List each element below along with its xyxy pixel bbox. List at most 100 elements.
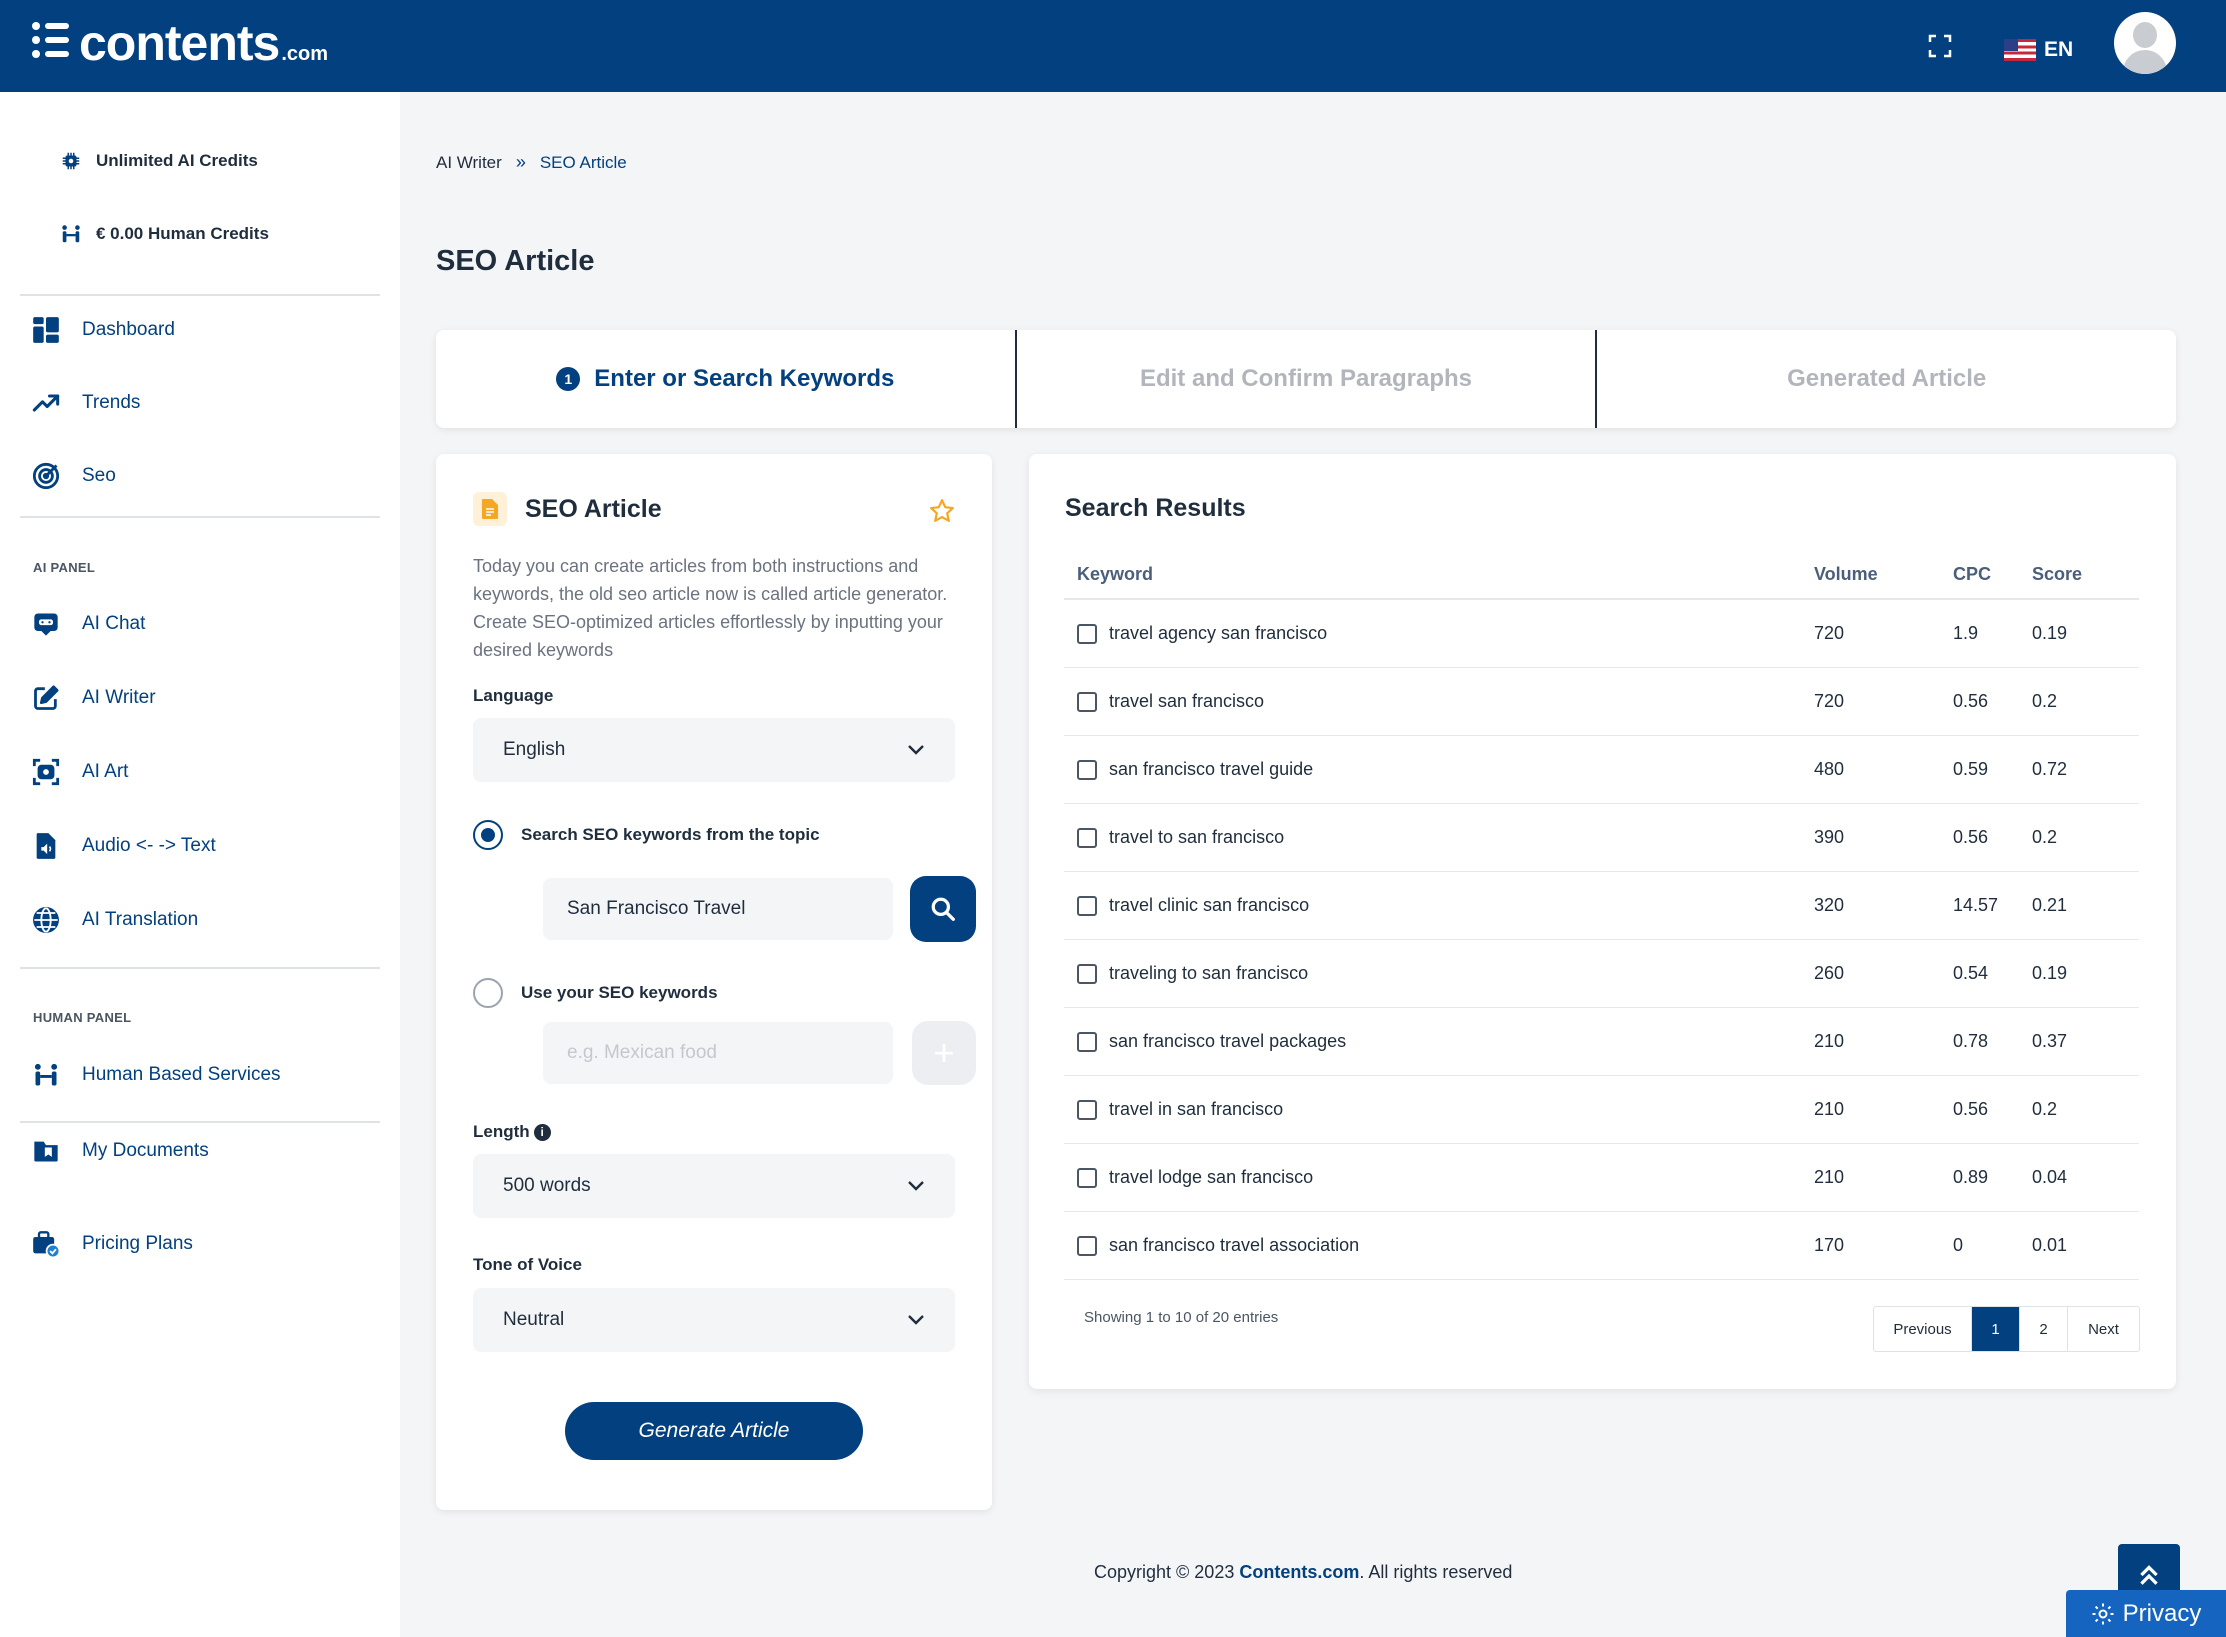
table-row: san francisco travel guide 480 0.59 0.72	[1064, 736, 2139, 804]
step-enter-keywords[interactable]: 1 Enter or Search Keywords	[436, 330, 1015, 428]
column-volume[interactable]: Volume	[1814, 564, 1953, 585]
sidebar-item-my-documents[interactable]: My Documents	[32, 1137, 209, 1165]
column-keyword[interactable]: Keyword	[1064, 564, 1814, 585]
sidebar-item-human-services[interactable]: Human Based Services	[32, 1061, 281, 1089]
user-avatar[interactable]	[2114, 12, 2176, 74]
score-cell: 0.04	[2032, 1167, 2068, 1187]
privacy-button[interactable]: Privacy	[2066, 1590, 2226, 1637]
credit-label: € 0.00 Human Credits	[96, 224, 269, 243]
search-keywords-button[interactable]	[910, 876, 976, 942]
keyword-checkbox[interactable]	[1077, 1235, 1097, 1256]
step-label: Generated Article	[1787, 365, 1987, 392]
search-results-card: Search Results Keyword Volume CPC Score …	[1029, 454, 2176, 1389]
keyword-text: travel in san francisco	[1109, 1099, 1284, 1119]
sidebar-item-audio-text[interactable]: Audio <- -> Text	[32, 832, 216, 860]
sidebar-item-label: Human Based Services	[82, 1064, 281, 1085]
sidebar-item-label: Dashboard	[82, 319, 175, 340]
breadcrumb-ai-writer[interactable]: AI Writer	[436, 153, 502, 173]
cpc-cell: 0.56	[1953, 1099, 1989, 1119]
star-icon[interactable]	[929, 498, 955, 524]
keyword-checkbox[interactable]	[1077, 895, 1097, 916]
step-generated-article[interactable]: Generated Article	[1595, 330, 2176, 428]
search-icon	[931, 897, 955, 921]
keyword-text: traveling to san francisco	[1109, 963, 1309, 983]
cpc-cell: 0.89	[1953, 1167, 1989, 1187]
keyword-checkbox[interactable]	[1077, 1031, 1097, 1052]
logo-suffix: .com	[281, 43, 329, 65]
sidebar-divider	[20, 1121, 380, 1123]
cpc-cell: 0.59	[1953, 759, 1989, 779]
table-row: travel agency san francisco 720 1.9 0.19	[1064, 600, 2139, 668]
keyword-checkbox[interactable]	[1077, 1167, 1097, 1188]
language-value: English	[503, 739, 566, 760]
sidebar-item-label: Pricing Plans	[82, 1233, 193, 1254]
people-icon	[34, 1063, 58, 1086]
sidebar-item-ai-chat[interactable]: AI Chat	[32, 610, 145, 638]
keyword-checkbox[interactable]	[1077, 623, 1097, 644]
camera-icon	[32, 758, 60, 786]
language-selector[interactable]: EN	[2004, 38, 2073, 62]
sidebar-item-pricing-plans[interactable]: Pricing Plans	[32, 1230, 193, 1258]
keyword-cell: travel san francisco	[1064, 691, 1814, 712]
keyword-checkbox[interactable]	[1077, 691, 1097, 712]
volume-cell: 210	[1814, 1099, 1845, 1119]
language-select[interactable]: English	[473, 718, 955, 782]
column-score[interactable]: Score	[2032, 564, 2132, 585]
radio-label: Search SEO keywords from the topic	[521, 825, 820, 844]
pagination: Previous 1 2 Next	[1873, 1306, 2140, 1352]
sidebar-item-dashboard[interactable]: Dashboard	[32, 316, 175, 344]
length-label: Length i	[473, 1122, 551, 1142]
volume-cell: 260	[1814, 963, 1845, 983]
score-cell: 0.2	[2032, 691, 2058, 711]
radio-label: Use your SEO keywords	[521, 983, 718, 1002]
column-cpc[interactable]: CPC	[1953, 564, 2032, 585]
logo[interactable]: contents .com	[32, 18, 328, 68]
volume-cell: 720	[1814, 691, 1845, 711]
keyword-checkbox[interactable]	[1077, 827, 1097, 848]
keyword-checkbox[interactable]	[1077, 759, 1097, 780]
people-icon	[62, 225, 80, 243]
double-chevron-up-icon	[2140, 1565, 2158, 1585]
fullscreen-icon[interactable]	[1928, 34, 1952, 58]
keyword-checkbox[interactable]	[1077, 1099, 1097, 1120]
tone-select[interactable]: Neutral	[473, 1288, 955, 1352]
keyword-cell: san francisco travel association	[1064, 1235, 1814, 1256]
sidebar-item-ai-writer[interactable]: AI Writer	[32, 684, 156, 712]
breadcrumb: AI Writer » SEO Article	[436, 152, 627, 173]
human-credits: € 0.00 Human Credits	[60, 223, 269, 245]
radio-button-unchecked[interactable]	[473, 978, 503, 1008]
keyword-cell: travel lodge san francisco	[1064, 1167, 1814, 1188]
radio-own-keywords[interactable]: Use your SEO keywords	[473, 978, 718, 1008]
privacy-label: Privacy	[2122, 1599, 2202, 1627]
cpc-cell: 14.57	[1953, 895, 1999, 915]
keyword-text: san francisco travel association	[1109, 1235, 1360, 1255]
topic-search-input[interactable]	[543, 878, 893, 940]
footer: Copyright © 2023 Contents.com. All right…	[1094, 1562, 1512, 1583]
add-keyword-button[interactable]: +	[912, 1021, 976, 1085]
sidebar-item-ai-translation[interactable]: AI Translation	[32, 906, 198, 934]
pagination-page-2[interactable]: 2	[2019, 1307, 2067, 1351]
pagination-next[interactable]: Next	[2067, 1307, 2139, 1351]
keyword-cell: traveling to san francisco	[1064, 963, 1814, 984]
generate-article-button[interactable]: Generate Article	[565, 1402, 863, 1460]
pagination-previous[interactable]: Previous	[1874, 1307, 1971, 1351]
step-edit-paragraphs[interactable]: Edit and Confirm Paragraphs	[1014, 330, 1596, 428]
radio-search-keywords[interactable]: Search SEO keywords from the topic	[473, 820, 820, 850]
length-select[interactable]: 500 words	[473, 1154, 955, 1218]
sidebar-item-trends[interactable]: Trends	[32, 389, 140, 417]
document-icon	[473, 492, 507, 526]
trend-icon	[32, 394, 60, 412]
sidebar-item-seo[interactable]: Seo	[32, 462, 116, 490]
keyword-cell: san francisco travel guide	[1064, 759, 1814, 780]
info-icon[interactable]: i	[533, 1123, 551, 1141]
radio-button-checked[interactable]	[473, 820, 503, 850]
sidebar-divider	[20, 294, 380, 296]
own-keywords-input[interactable]	[543, 1022, 893, 1084]
chevron-down-icon	[908, 1315, 924, 1325]
sidebar-item-label: My Documents	[82, 1140, 209, 1161]
footer-brand-link[interactable]: Contents.com	[1239, 1562, 1359, 1582]
sidebar-item-ai-art[interactable]: AI Art	[32, 758, 128, 786]
pagination-page-1[interactable]: 1	[1971, 1307, 2019, 1351]
table-row: travel lodge san francisco 210 0.89 0.04	[1064, 1144, 2139, 1212]
keyword-checkbox[interactable]	[1077, 963, 1097, 984]
